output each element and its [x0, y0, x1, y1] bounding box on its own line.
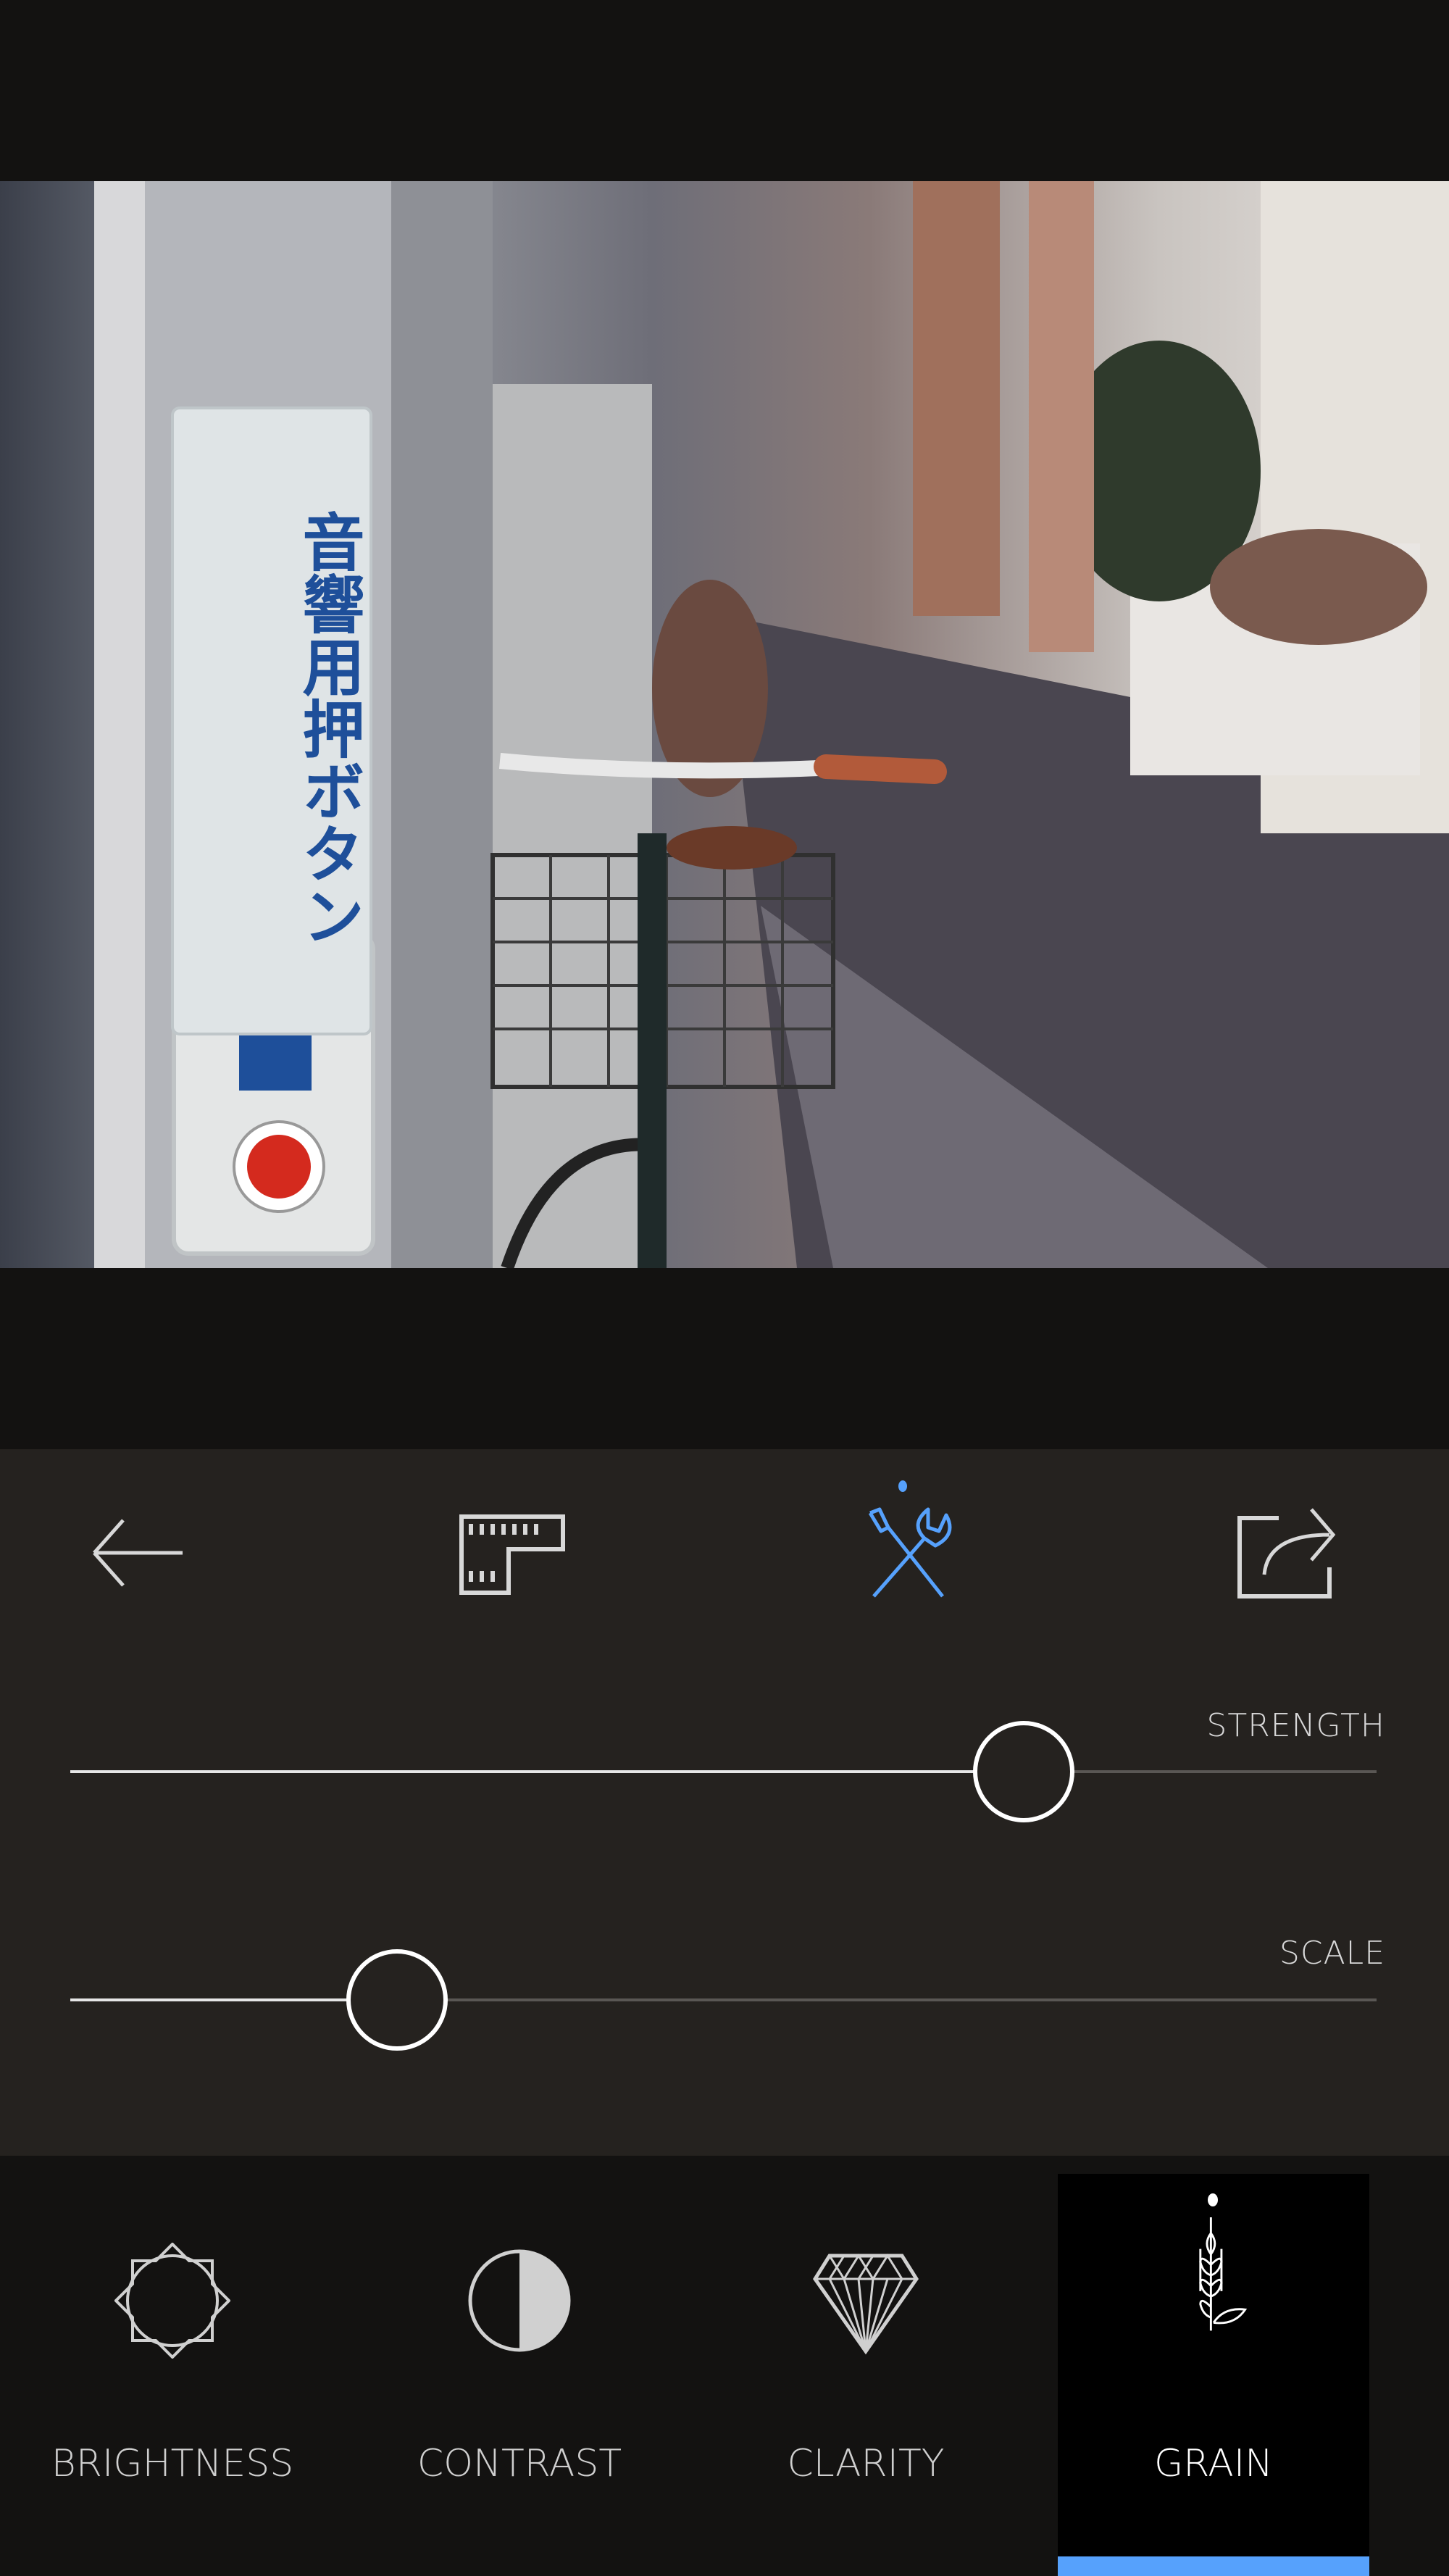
selected-indicator-dot: [1208, 2193, 1218, 2206]
active-indicator-dot: [898, 1480, 907, 1492]
sign-text: 音響用押ボタン: [291, 510, 364, 946]
film-button[interactable]: [458, 1502, 565, 1604]
tool-clarity[interactable]: CLARITY: [710, 2174, 1022, 2576]
strength-slider[interactable]: [70, 1770, 1377, 1773]
share-icon: [1237, 1508, 1336, 1598]
film-icon: [459, 1514, 565, 1595]
scale-slider[interactable]: [70, 1998, 1377, 2001]
tool-contrast[interactable]: CONTRAST: [364, 2174, 675, 2576]
contrast-icon: [468, 2249, 571, 2352]
strength-label: STRENGTH: [1206, 1707, 1385, 1744]
tool-label: BRIGHTNESS: [51, 2442, 294, 2485]
sun-icon: [114, 2243, 230, 2359]
wheat-icon: [1199, 2217, 1248, 2331]
tools-icon: [868, 1507, 952, 1598]
sign: 音響用押ボタン: [174, 409, 369, 1033]
scale-label: SCALE: [1279, 1935, 1385, 1972]
back-arrow-icon: [93, 1519, 183, 1587]
strength-slider-handle[interactable]: [973, 1721, 1075, 1822]
diamond-icon: [813, 2254, 919, 2355]
tools-button[interactable]: [859, 1502, 961, 1604]
back-button[interactable]: [87, 1502, 188, 1604]
scale-slider-handle[interactable]: [346, 1949, 448, 2051]
strength-slider-fill: [70, 1770, 1024, 1773]
photo-preview: 音響用押ボタン: [0, 181, 1449, 1268]
tool-brightness[interactable]: BRIGHTNESS: [17, 2174, 328, 2576]
control-panel: [0, 1449, 1449, 2156]
tool-label: CONTRAST: [417, 2442, 622, 2485]
share-button[interactable]: [1235, 1502, 1337, 1604]
tool-grain[interactable]: GRAIN: [1058, 2174, 1369, 2576]
tool-label: GRAIN: [1153, 2442, 1274, 2485]
tool-label: CLARITY: [787, 2442, 945, 2485]
selected-underline: [1058, 2556, 1369, 2576]
